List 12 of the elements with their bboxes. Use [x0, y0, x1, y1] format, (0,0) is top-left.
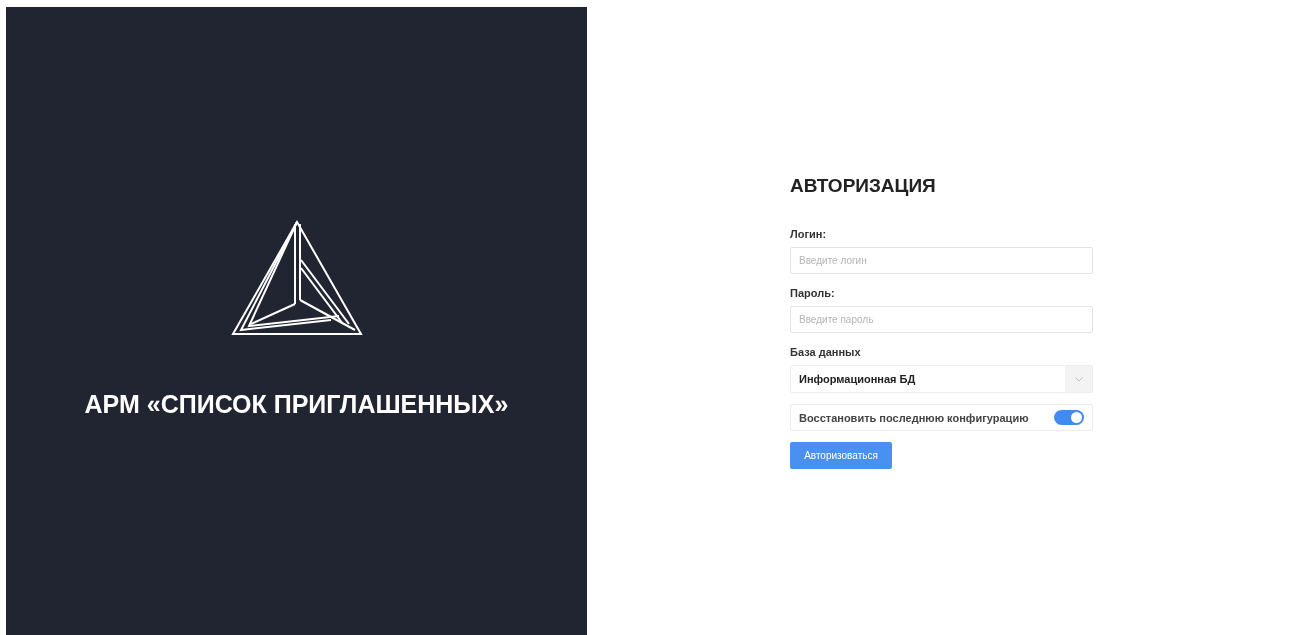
toggle-label: Восстановить последнюю конфигурацию: [799, 411, 1029, 424]
input-field[interactable]: Введите логин: [790, 247, 1093, 274]
field-label: Логин:: [790, 228, 828, 240]
app-title: АРМ «СПИСОК ПРИГЛАШЕННЫХ»: [84, 390, 509, 419]
input-field[interactable]: Введите пароль: [790, 306, 1093, 333]
database-select[interactable]: Информационная БД: [790, 365, 1093, 393]
toggle-switch[interactable]: [1054, 410, 1084, 425]
field-label: База данных: [790, 346, 862, 358]
chevron-down-icon: [1074, 376, 1083, 382]
field-label: Пароль:: [790, 287, 836, 299]
form-heading: АВТОРИЗАЦИЯ: [790, 175, 937, 197]
triangle-logo-icon: [230, 220, 363, 338]
